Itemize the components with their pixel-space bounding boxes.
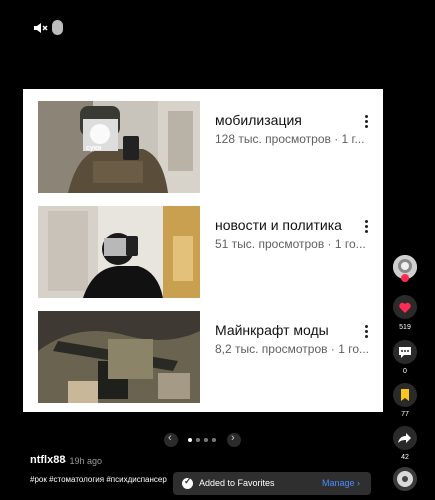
share-button[interactable]	[393, 426, 417, 450]
pager-dot[interactable]	[204, 438, 208, 442]
like-count: 519	[399, 324, 411, 331]
video-thumbnail[interactable]: суки	[38, 101, 200, 193]
bookmark-icon	[401, 389, 409, 401]
video-meta: 51 тыс. просмотров · 1 го...	[215, 237, 366, 251]
like-button[interactable]	[393, 295, 417, 319]
pager-dot[interactable]	[196, 438, 200, 442]
pager-dot-active[interactable]	[188, 438, 192, 442]
video-thumbnail[interactable]	[38, 206, 200, 298]
favorites-toast: ✓ Added to Favorites Manage ›	[173, 472, 371, 495]
toast-manage-link[interactable]: Manage ›	[322, 478, 360, 488]
heart-icon	[399, 302, 411, 313]
muted-speaker-icon[interactable]	[32, 20, 48, 36]
next-arrow-icon[interactable]: ›	[227, 432, 241, 447]
toast-message: Added to Favorites	[199, 478, 275, 488]
author-username[interactable]: ntflx88	[30, 454, 65, 466]
favorite-button[interactable]	[393, 383, 417, 407]
more-options-icon[interactable]	[363, 220, 369, 234]
thumbnail-caption: суки	[86, 145, 102, 152]
video-list-item[interactable]: суки мобилизация 128 тыс. просмотров · 1…	[23, 99, 383, 194]
follow-plus-icon[interactable]	[401, 274, 409, 282]
video-meta: 128 тыс. просмотров · 1 г...	[215, 132, 365, 146]
video-thumbnail[interactable]	[38, 311, 200, 403]
favorite-count: 77	[401, 411, 409, 418]
share-count: 42	[401, 454, 409, 461]
share-arrow-icon	[398, 433, 411, 443]
post-time: · 19h ago	[64, 456, 103, 466]
video-title[interactable]: новости и политика	[215, 217, 342, 233]
volume-slider-handle[interactable]	[52, 20, 63, 35]
video-meta: 8,2 тыс. просмотров · 1 го...	[215, 342, 369, 356]
video-list-card: суки мобилизация 128 тыс. просмотров · 1…	[23, 89, 383, 412]
music-disc-icon	[397, 471, 413, 487]
previous-arrow-icon[interactable]: ‹	[164, 432, 178, 447]
check-icon: ✓	[182, 476, 193, 489]
video-title[interactable]: мобилизация	[215, 112, 302, 128]
carousel-pager: ‹ ›	[164, 432, 242, 448]
pager-dot[interactable]	[212, 438, 216, 442]
post-hashtags[interactable]: #рок #стоматология #психдиспансер	[30, 475, 180, 484]
music-disc[interactable]	[393, 467, 417, 491]
comment-button[interactable]	[393, 340, 417, 364]
manage-label[interactable]: Manage	[322, 478, 355, 488]
creator-avatar[interactable]	[393, 255, 417, 282]
video-list-item[interactable]: Майнкрафт моды 8,2 тыс. просмотров · 1 г…	[23, 309, 383, 404]
video-list-item[interactable]: новости и политика 51 тыс. просмотров · …	[23, 204, 383, 299]
comment-icon	[399, 347, 411, 358]
video-title[interactable]: Майнкрафт моды	[215, 322, 329, 338]
more-options-icon[interactable]	[363, 325, 369, 339]
comment-count: 0	[403, 368, 407, 375]
more-options-icon[interactable]	[363, 115, 369, 129]
